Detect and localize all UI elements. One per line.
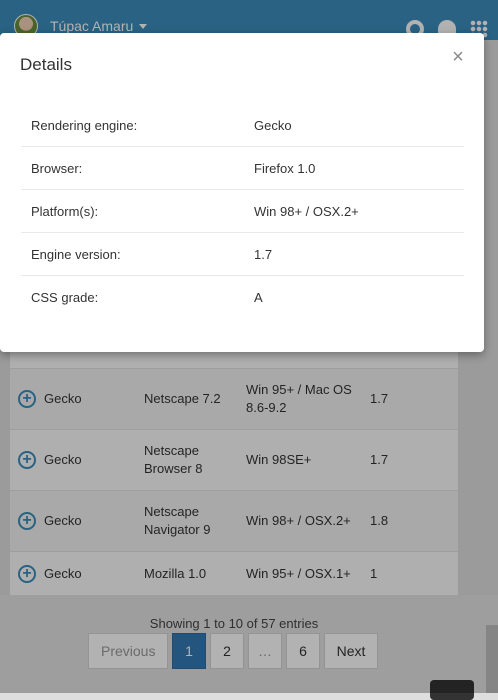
detail-label: CSS grade: [31, 290, 99, 305]
details-table: Rendering engine: Gecko Browser: Firefox… [21, 104, 464, 319]
detail-row: Browser: Firefox 1.0 [21, 147, 464, 190]
detail-label: Platform(s): [31, 204, 99, 219]
close-icon[interactable]: × [448, 47, 468, 67]
detail-label: Browser: [31, 161, 83, 176]
details-modal: Details × Rendering engine: Gecko Browse… [0, 33, 484, 352]
detail-row: Rendering engine: Gecko [21, 104, 464, 147]
detail-value: A [254, 290, 263, 305]
detail-value: Win 98+ / OSX.2+ [254, 204, 359, 219]
detail-value: Gecko [254, 118, 292, 133]
detail-value: Firefox 1.0 [254, 161, 316, 176]
detail-value: 1.7 [254, 247, 273, 262]
detail-label: Engine version: [31, 247, 121, 262]
detail-row: Platform(s): Win 98+ / OSX.2+ [21, 190, 464, 233]
detail-row: CSS grade: A [21, 276, 464, 319]
detail-row: Engine version: 1.7 [21, 233, 464, 276]
modal-title: Details [20, 55, 72, 74]
detail-label: Rendering engine: [31, 118, 138, 133]
